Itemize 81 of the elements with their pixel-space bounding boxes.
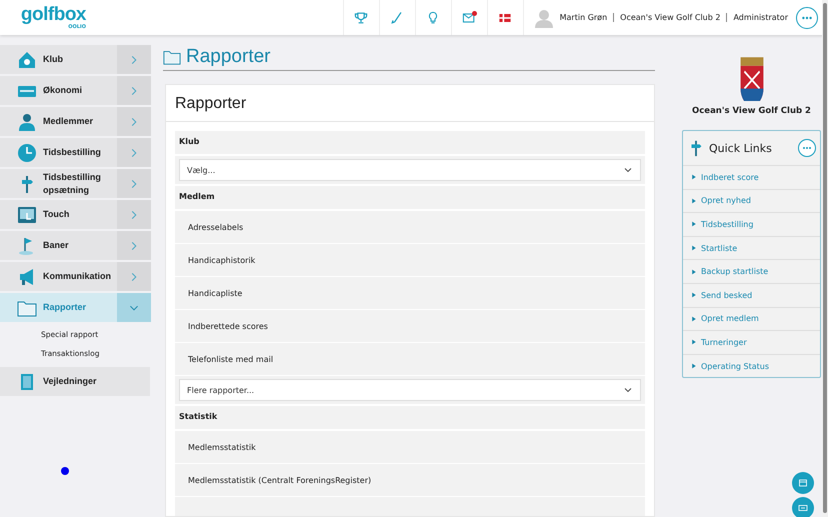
expand-toggle[interactable] — [117, 262, 151, 291]
quick-link[interactable]: Startliste — [701, 244, 738, 253]
expand-toggle[interactable] — [117, 200, 151, 229]
section-header: Klub — [175, 131, 645, 154]
triangle-right-icon — [691, 198, 697, 204]
sidebar-label: Klub — [43, 53, 63, 66]
house-icon — [17, 50, 37, 70]
report-link[interactable]: Indberettede scores — [175, 310, 645, 342]
sidebar-item[interactable]: Klub — [0, 45, 151, 74]
dropdown-field[interactable]: Flere rapporter... — [179, 379, 641, 401]
more-button[interactable] — [796, 6, 818, 28]
archive-icon — [798, 478, 808, 488]
quick-link[interactable]: Opret medlem — [701, 314, 759, 324]
panel-title: Quick Links — [709, 142, 773, 154]
scrollbar[interactable] — [823, 3, 827, 513]
expand-toggle[interactable] — [117, 231, 151, 260]
sidebar-item[interactable]: Medlemmer — [0, 107, 151, 136]
section-header: Statistik — [175, 406, 645, 429]
page-title: Rapporter — [186, 46, 270, 68]
sidebar-item[interactable]: Tidsbestilling — [0, 138, 151, 167]
sidebar-label: Vejledninger — [43, 375, 97, 388]
report-link[interactable]: Handicaphistorik — [175, 244, 645, 276]
sidebar-item[interactable]: Baner — [0, 231, 151, 260]
expand-toggle[interactable] — [117, 169, 151, 198]
quick-link[interactable]: Operating Status — [701, 362, 770, 371]
expand-toggle[interactable] — [117, 45, 151, 74]
report-link[interactable]: Telefonliste med mail — [175, 343, 645, 375]
sidebar-item[interactable]: Touch — [0, 200, 151, 229]
report-link[interactable]: Handicapliste — [175, 277, 645, 309]
report-link[interactable]: Adresselabels — [175, 211, 645, 243]
triangle-right-icon — [691, 221, 697, 228]
sidebar-label: Touch — [43, 208, 70, 221]
triangle-right-icon — [691, 316, 697, 322]
expand-toggle[interactable] — [117, 76, 151, 105]
report-link[interactable]: Medlemsstatistik (Centralt ForeningsRegister) — [175, 464, 645, 496]
quick-link[interactable]: Backup startliste — [701, 267, 768, 276]
triangle-right-icon — [691, 268, 697, 275]
sidebar-item[interactable]: Tidsbestilling opsætning — [0, 169, 151, 198]
sidebar-label: Økonomi — [43, 84, 82, 97]
sidebar-item[interactable]: Vejledninger — [0, 367, 150, 396]
user-role: Administrator — [733, 13, 788, 22]
user-name[interactable]: Martin Grøn — [560, 13, 608, 22]
sidebar-item[interactable]: Økonomi — [0, 76, 151, 105]
more-button[interactable] — [798, 139, 816, 157]
dropdown-field[interactable]: Vælg... — [179, 159, 641, 181]
card-title: Rapporter — [166, 85, 654, 122]
sidebar-label: Medlemmer — [43, 115, 94, 128]
expand-toggle[interactable] — [117, 293, 151, 322]
quick-link[interactable]: Turneringer — [701, 338, 747, 347]
person-icon — [17, 112, 37, 132]
quick-link[interactable]: Opret nyhed — [701, 196, 751, 206]
floating-action-button[interactable] — [792, 472, 814, 494]
triangle-right-icon — [691, 245, 697, 252]
sidebar-label: Tidsbestilling opsætning — [43, 170, 102, 196]
trophy-icon[interactable] — [353, 10, 370, 26]
club-name: Ocean's View Golf Club 2 — [692, 106, 811, 116]
report-link[interactable]: Medlemsstatistik — [175, 431, 645, 463]
expand-toggle[interactable] — [117, 107, 151, 136]
chevron-down-icon — [623, 165, 633, 175]
clock-icon — [17, 142, 37, 162]
quick-link[interactable]: Indberet score — [701, 172, 759, 182]
cursor-dot — [61, 467, 69, 475]
triangle-right-icon — [691, 292, 697, 298]
section-header: Medlem — [175, 186, 645, 209]
triangle-right-icon — [691, 363, 697, 370]
quick-link[interactable]: Send besked — [701, 290, 752, 300]
expand-toggle[interactable] — [117, 138, 151, 167]
sidebar-label: Tidsbestilling — [43, 146, 101, 159]
sidebar-label: Rapporter — [43, 301, 86, 314]
sidebar-label: Kommunikation — [43, 270, 112, 283]
touchscreen-icon — [17, 204, 37, 224]
chevron-down-icon — [623, 385, 633, 395]
folder-icon — [163, 48, 181, 66]
club-name[interactable]: Ocean's View Golf Club 2 — [620, 13, 720, 22]
ticket-icon — [798, 503, 808, 513]
sidebar-label: Baner — [43, 239, 69, 252]
triangle-right-icon — [691, 174, 697, 180]
quick-link[interactable]: Tidsbestilling — [701, 220, 754, 229]
sidebar-item[interactable]: Kommunikation — [0, 262, 151, 291]
triangle-right-icon — [691, 339, 697, 346]
floating-action-button[interactable] — [792, 497, 814, 517]
